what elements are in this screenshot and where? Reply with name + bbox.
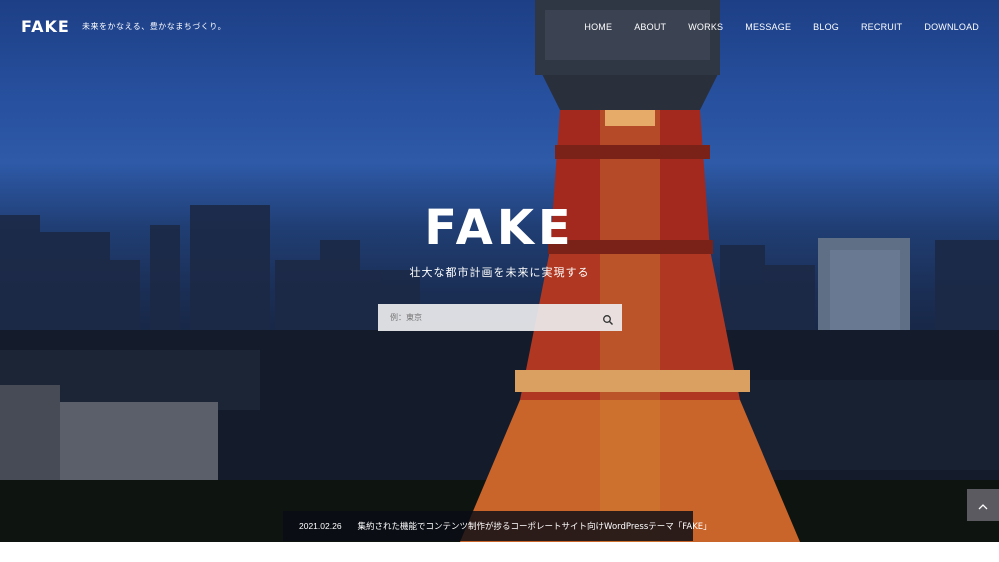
chevron-up-icon <box>978 496 988 515</box>
page-top-button[interactable] <box>967 489 999 521</box>
global-nav: HOME ABOUT WORKS MESSAGE BLOG RECRUIT DO… <box>562 22 979 32</box>
search-box <box>378 304 622 331</box>
hero-section: FAKE 未来をかなえる、豊かなまちづくり。 HOME ABOUT WORKS … <box>0 0 999 542</box>
nav-item-recruit[interactable]: RECRUIT <box>861 22 902 32</box>
site-tagline: 未来をかなえる、豊かなまちづくり。 <box>82 22 227 31</box>
hero-subtitle: 壮大な都市計画を未来に実現する <box>409 266 590 279</box>
nav-item-home[interactable]: HOME <box>584 22 612 32</box>
news-date: 2021.02.26 <box>299 521 342 531</box>
search-input[interactable] <box>388 312 592 323</box>
search-icon[interactable] <box>602 311 614 325</box>
nav-item-works[interactable]: WORKS <box>688 22 723 32</box>
nav-item-blog[interactable]: BLOG <box>813 22 839 32</box>
site-logo[interactable]: FAKE <box>21 17 70 36</box>
nav-item-download[interactable]: DOWNLOAD <box>924 22 979 32</box>
hero-title: FAKE <box>424 200 575 256</box>
nav-item-message[interactable]: MESSAGE <box>745 22 791 32</box>
news-title[interactable]: 集約された機能でコンテンツ制作が捗るコーポレートサイト向けWordPressテー… <box>358 520 712 532</box>
nav-item-about[interactable]: ABOUT <box>634 22 666 32</box>
news-ticker[interactable]: 2021.02.26 集約された機能でコンテンツ制作が捗るコーポレートサイト向け… <box>283 511 712 541</box>
